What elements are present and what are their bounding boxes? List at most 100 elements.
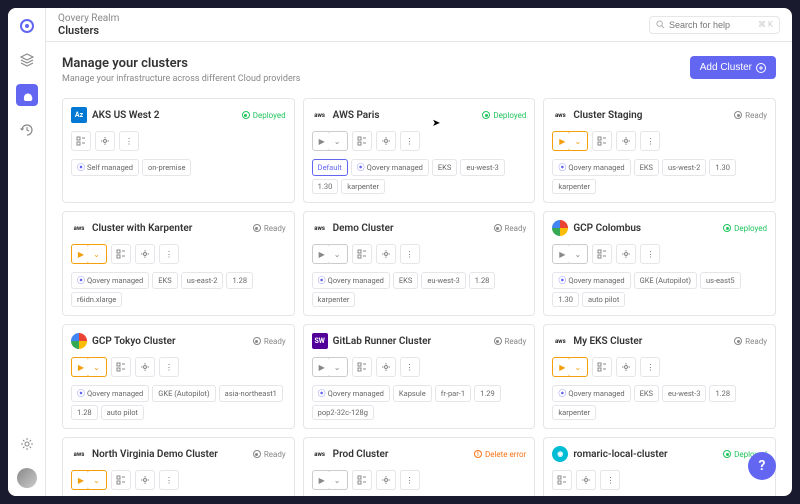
cluster-tag: ⦿Qovery managed [312,385,390,402]
deploy-dropdown[interactable]: ⌄ [328,244,348,264]
menu-button[interactable]: ⋮ [119,131,139,151]
menu-button[interactable]: ⋮ [400,131,420,151]
cluster-tag: 1.28 [469,272,496,289]
cluster-card: awsCluster StagingReady▶⌄⋮⦿Qovery manage… [543,98,776,203]
cluster-name[interactable]: GCP Colombus [573,223,641,234]
menu-button[interactable]: ⋮ [600,470,620,490]
cluster-card: AzAKS US West 2Deployed⋮⦿Self managedon-… [62,98,295,203]
cluster-name[interactable]: Cluster with Karpenter [92,223,192,234]
settings-button[interactable] [616,244,636,264]
deploy-dropdown[interactable]: ⌄ [87,470,107,490]
gear-icon[interactable] [17,434,37,454]
deploy-dropdown[interactable]: ⌄ [87,244,107,264]
settings-button[interactable] [376,470,396,490]
logs-button[interactable] [552,470,572,490]
cluster-tag: ⦿Qovery managed [71,272,149,289]
settings-button[interactable] [376,131,396,151]
cluster-name[interactable]: AWS Paris [333,110,380,121]
cluster-name[interactable]: Cluster Staging [573,110,642,121]
logs-button[interactable] [592,357,612,377]
sidebar [8,8,46,496]
menu-button[interactable]: ⋮ [159,357,179,377]
gcp-provider-icon [552,220,568,236]
cluster-card: awsProd ClusterDelete error▶⌄⋮⦿Qovery ma… [303,437,536,496]
settings-button[interactable] [616,131,636,151]
settings-button[interactable] [616,357,636,377]
cluster-tag: ⦿Qovery managed [71,385,149,402]
search-icon [656,20,665,29]
logs-button[interactable] [592,244,612,264]
cluster-name[interactable]: GitLab Runner Cluster [333,336,431,347]
deploy-dropdown[interactable]: ⌄ [87,357,107,377]
aws-provider-icon: aws [312,107,328,123]
breadcrumb: Qovery Realm Clusters [58,13,119,37]
cluster-card: awsNorth Virginia Demo ClusterReady▶⌄⋮⦿Q… [62,437,295,496]
clusters-icon[interactable] [16,84,38,106]
cluster-tag: ⦿Qovery managed [552,385,630,402]
cluster-name[interactable]: My EKS Cluster [573,336,642,347]
cluster-tag: Default [312,159,348,176]
logs-button[interactable] [71,131,91,151]
cluster-tag: us-west-2 [662,159,706,176]
settings-button[interactable] [135,470,155,490]
menu-button[interactable]: ⋮ [640,357,660,377]
deploy-dropdown[interactable]: ⌄ [568,131,588,151]
cluster-name[interactable]: AKS US West 2 [92,110,159,121]
history-icon[interactable] [17,120,37,140]
settings-button[interactable] [376,357,396,377]
menu-button[interactable]: ⋮ [400,357,420,377]
search-field[interactable] [669,20,754,30]
settings-button[interactable] [376,244,396,264]
logs-button[interactable] [592,131,612,151]
deploy-dropdown[interactable]: ⌄ [328,470,348,490]
logs-button[interactable] [352,131,372,151]
status-badge: Ready [253,337,286,346]
menu-button[interactable]: ⋮ [640,244,660,264]
logs-button[interactable] [111,470,131,490]
deploy-dropdown[interactable]: ⌄ [568,357,588,377]
logo-icon[interactable] [17,16,37,36]
logs-button[interactable] [352,244,372,264]
menu-button[interactable]: ⋮ [159,470,179,490]
settings-button[interactable] [95,131,115,151]
help-fab[interactable]: ? [748,452,776,480]
menu-button[interactable]: ⋮ [159,244,179,264]
logs-button[interactable] [111,357,131,377]
cluster-card: ◉romaric-local-clusterDeployed⋮⦿Self man… [543,437,776,496]
deploy-dropdown[interactable]: ⌄ [328,131,348,151]
cluster-tag: EKS [152,272,177,289]
cluster-name[interactable]: romaric-local-cluster [573,449,667,460]
add-cluster-button[interactable]: Add Cluster [690,56,776,79]
cluster-name[interactable]: North Virginia Demo Cluster [92,449,218,460]
menu-button[interactable]: ⋮ [640,131,660,151]
avatar[interactable] [17,468,37,488]
aws-provider-icon: aws [71,220,87,236]
settings-button[interactable] [576,470,596,490]
breadcrumb-org: Qovery Realm [58,13,119,24]
status-badge: Ready [253,450,286,459]
cluster-tag: auto pilot [101,405,144,420]
status-badge: Ready [734,111,767,120]
cluster-tag: karpenter [341,179,385,194]
status-badge: Ready [494,337,527,346]
cluster-tag: EKS [432,159,457,176]
cluster-name[interactable]: Prod Cluster [333,449,389,460]
aws-provider-icon: aws [552,333,568,349]
deploy-dropdown[interactable]: ⌄ [568,244,588,264]
logs-button[interactable] [352,470,372,490]
cluster-tag: 1.30 [312,179,339,194]
logs-button[interactable] [111,244,131,264]
settings-button[interactable] [135,244,155,264]
search-input[interactable]: ⌘ K [649,16,780,34]
stack-icon[interactable] [17,50,37,70]
settings-button[interactable] [135,357,155,377]
cluster-name[interactable]: GCP Tokyo Cluster [92,336,176,347]
page-subtitle: Manage your infrastructure across differ… [62,74,300,84]
cluster-tag: ⦿Qovery managed [552,159,630,176]
menu-button[interactable]: ⋮ [400,244,420,264]
deploy-dropdown[interactable]: ⌄ [328,357,348,377]
cluster-name[interactable]: Demo Cluster [333,223,394,234]
cluster-tag: 1.28 [226,272,253,289]
menu-button[interactable]: ⋮ [400,470,420,490]
logs-button[interactable] [352,357,372,377]
